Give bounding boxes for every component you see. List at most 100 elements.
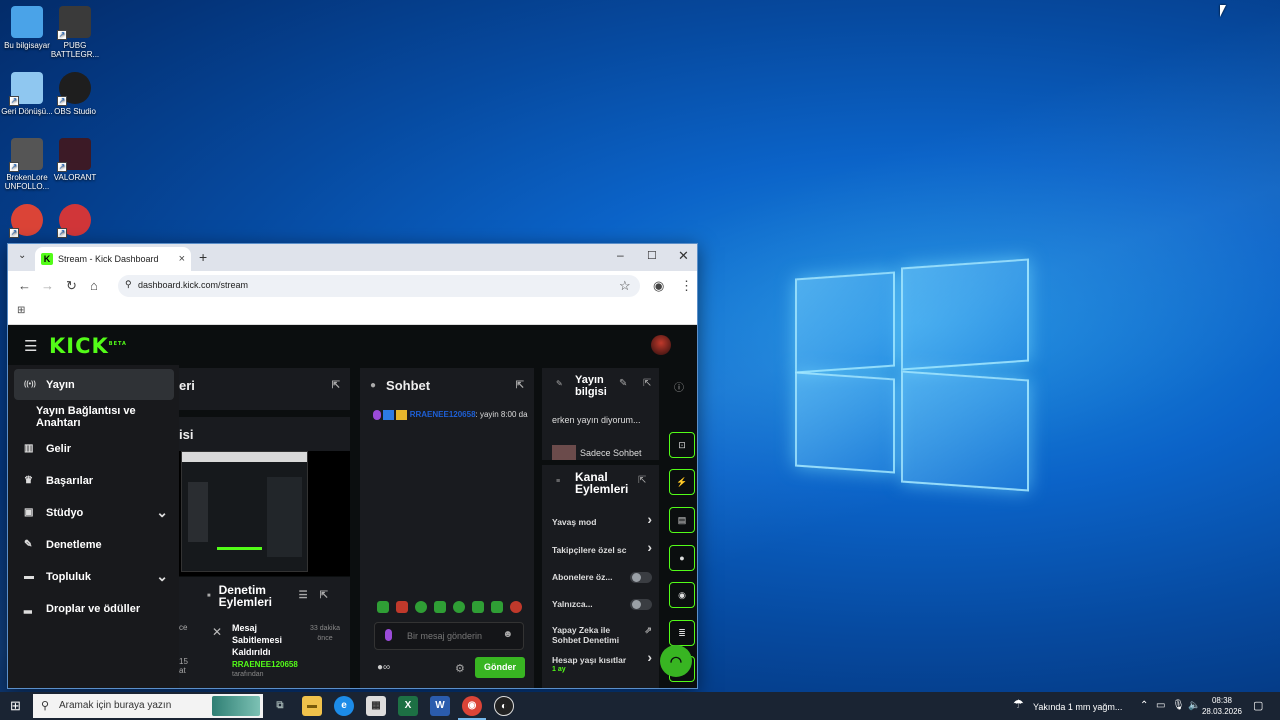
moderation-popout-icon[interactable]: ⇱ bbox=[320, 590, 328, 602]
chevron-right-icon[interactable]: › bbox=[647, 512, 652, 526]
desktop-shortcut[interactable]: ↗ PUBG BATTLEGR... bbox=[48, 6, 102, 59]
rail-layout-button[interactable]: ≣ bbox=[669, 620, 695, 646]
chat-username[interactable]: RRAENEE120658 bbox=[410, 410, 476, 419]
rail-note-button[interactable]: ▤ bbox=[669, 507, 695, 533]
new-tab-button[interactable]: + bbox=[199, 249, 207, 265]
chat-input[interactable]: Bir mesaj gönderin ☻ bbox=[374, 622, 524, 650]
emote-icon[interactable] bbox=[377, 601, 389, 613]
menu-kebab-icon[interactable]: ⋮ bbox=[680, 278, 693, 294]
word-icon[interactable]: W bbox=[430, 696, 450, 716]
sidebar-item-6[interactable]: ✎ Denetleme bbox=[14, 529, 174, 560]
category-name[interactable]: Sadece Sohbet bbox=[580, 448, 642, 458]
emote-icon[interactable] bbox=[453, 601, 465, 613]
kick-logo[interactable]: KICKBETA bbox=[49, 334, 127, 358]
rail-broadcast-button[interactable]: ◉ bbox=[669, 582, 695, 608]
close-window-button[interactable]: ✕ bbox=[678, 248, 689, 264]
task-view-icon[interactable]: ⧉ bbox=[270, 696, 290, 716]
rail-chat-button[interactable]: ● bbox=[669, 545, 695, 571]
desktop-shortcut[interactable]: ↗ BrokenLore UNFOLLO... bbox=[0, 138, 54, 191]
browser-tab[interactable]: K Stream - Kick Dashboard × bbox=[35, 247, 191, 271]
weather-text[interactable]: Yakında 1 mm yağm... bbox=[1033, 702, 1122, 712]
taskbar-search[interactable]: ⚲ Aramak için buraya yazın bbox=[33, 694, 263, 718]
toggle-switch[interactable] bbox=[630, 572, 652, 583]
hamburger-menu-icon[interactable]: ☰ bbox=[24, 337, 37, 355]
chevron-down-icon[interactable]: ⌄ bbox=[156, 504, 168, 521]
emote-icon[interactable] bbox=[510, 601, 522, 613]
chat-settings-icon[interactable]: ⚙ bbox=[455, 662, 465, 675]
chat-popout-icon[interactable]: ⇱ bbox=[516, 380, 524, 391]
microphone-icon[interactable]: 🎙 bbox=[1172, 700, 1185, 711]
channel-actions-popout-icon[interactable]: ⇱ bbox=[638, 475, 646, 486]
tab-search-chevron-icon[interactable]: ⌄ bbox=[18, 250, 26, 261]
store-icon[interactable]: ▦ bbox=[366, 696, 386, 716]
sidebar-item-1[interactable]: ((•)) Yayın bbox=[14, 369, 174, 400]
tray-chevron-icon[interactable]: ⌃ bbox=[1140, 700, 1148, 711]
close-tab-icon[interactable]: × bbox=[179, 253, 185, 265]
url-input[interactable]: ⚲ dashboard.kick.com/stream bbox=[118, 275, 640, 297]
stream-preview[interactable] bbox=[179, 451, 350, 576]
emote-icon[interactable] bbox=[434, 601, 446, 613]
channel-action-row[interactable]: Yavaş mod › bbox=[552, 512, 652, 527]
bookmark-star-icon[interactable]: ☆ bbox=[619, 278, 631, 294]
rail-lightning-button[interactable]: ⚡ bbox=[669, 469, 695, 495]
info-icon[interactable]: ⓘ bbox=[674, 379, 684, 394]
chevron-down-icon[interactable]: ⌄ bbox=[156, 568, 168, 585]
maximize-button[interactable]: ☐ bbox=[647, 249, 657, 262]
channel-action-row[interactable]: Abonelere öz... bbox=[552, 572, 652, 583]
file-explorer-icon[interactable]: ▬ bbox=[302, 696, 322, 716]
points-icon[interactable]: ●∞ bbox=[377, 662, 390, 673]
edge-icon[interactable]: e bbox=[334, 696, 354, 716]
network-icon[interactable]: ▭ bbox=[1156, 700, 1165, 711]
desktop-shortcut[interactable]: ↗ bbox=[48, 204, 102, 239]
desktop-shortcut[interactable]: ↗ OBS Studio bbox=[48, 72, 102, 116]
emote-icon[interactable] bbox=[472, 601, 484, 613]
emote-icon[interactable] bbox=[396, 601, 408, 613]
sidebar-item-4[interactable]: ♛ Başarılar bbox=[14, 465, 174, 496]
chrome-taskbar-icon[interactable]: ◉ bbox=[462, 696, 482, 716]
sidebar-item-8[interactable]: ▂ Droplar ve ödüller bbox=[14, 593, 174, 624]
info-popout-icon[interactable]: ⇱ bbox=[643, 378, 651, 389]
desktop-shortcut[interactable]: Bu bilgisayar bbox=[0, 6, 54, 50]
home-icon[interactable]: ⌂ bbox=[90, 278, 98, 293]
apps-grid-icon[interactable]: ⊞ bbox=[17, 305, 25, 316]
desktop-shortcut[interactable]: ↗ Geri Dönüşü... bbox=[0, 72, 54, 116]
sidebar-item-5[interactable]: ▣ Stüdyo ⌄ bbox=[14, 497, 174, 528]
moderation-user[interactable]: RRAENEE120658 bbox=[232, 660, 298, 669]
reload-icon[interactable]: ↻ bbox=[66, 278, 77, 294]
desktop-shortcut[interactable]: ↗ VALORANT bbox=[48, 138, 102, 182]
chevron-right-icon[interactable]: › bbox=[647, 540, 652, 554]
help-support-button[interactable]: ◠ bbox=[660, 645, 692, 677]
site-info-icon[interactable]: ⚲ bbox=[125, 279, 132, 290]
filter-icon[interactable]: ☰ bbox=[299, 590, 308, 602]
emoji-icon[interactable]: ☻ bbox=[502, 629, 513, 640]
back-icon[interactable]: ← bbox=[18, 278, 31, 293]
toggle-switch[interactable] bbox=[630, 599, 652, 610]
forward-icon[interactable]: → bbox=[41, 278, 54, 293]
rail-screenshot-button[interactable]: ⊡ bbox=[669, 432, 695, 458]
user-avatar[interactable] bbox=[651, 335, 671, 355]
chevron-right-icon[interactable]: › bbox=[647, 650, 652, 664]
channel-action-row[interactable]: Hesap yaşı kısıtlar 1 ay › bbox=[552, 650, 652, 675]
desktop-shortcut[interactable]: ↗ bbox=[0, 204, 54, 239]
emote-icon[interactable] bbox=[491, 601, 503, 613]
edit-icon[interactable]: ✎ bbox=[619, 378, 627, 389]
emote-icon[interactable] bbox=[415, 601, 427, 613]
notification-icon[interactable]: ▢ bbox=[1253, 699, 1263, 712]
send-button[interactable]: Gönder bbox=[475, 657, 525, 678]
external-link-icon[interactable]: ⇗ bbox=[644, 625, 652, 635]
minimize-button[interactable]: – bbox=[617, 248, 624, 262]
start-button[interactable]: ⊞ bbox=[10, 698, 21, 714]
channel-action-row[interactable]: Takipçilere özel sc › bbox=[552, 540, 652, 555]
sidebar-item-2[interactable]: Yayın Bağlantısı ve Anahtarı bbox=[14, 401, 179, 432]
sidebar-item-7[interactable]: ▬ Topluluk ⌄ bbox=[14, 561, 174, 592]
weather-icon[interactable]: ☂ bbox=[1013, 697, 1024, 711]
clock[interactable]: 08:38 28.03.2026 bbox=[1198, 695, 1246, 717]
obs-taskbar-icon[interactable]: ◐ bbox=[494, 696, 514, 716]
channel-action-row[interactable]: Yapay Zeka ile Sohbet Denetimi ⇗ bbox=[552, 625, 652, 645]
mic-icon[interactable] bbox=[385, 629, 392, 641]
sidebar-item-3[interactable]: ▥ Gelir bbox=[14, 433, 174, 464]
channel-action-row[interactable]: Yalnızca... bbox=[552, 599, 652, 610]
excel-icon[interactable]: X bbox=[398, 696, 418, 716]
popout-icon[interactable]: ⇱ bbox=[332, 380, 340, 391]
profile-icon[interactable]: ◉ bbox=[653, 278, 664, 294]
